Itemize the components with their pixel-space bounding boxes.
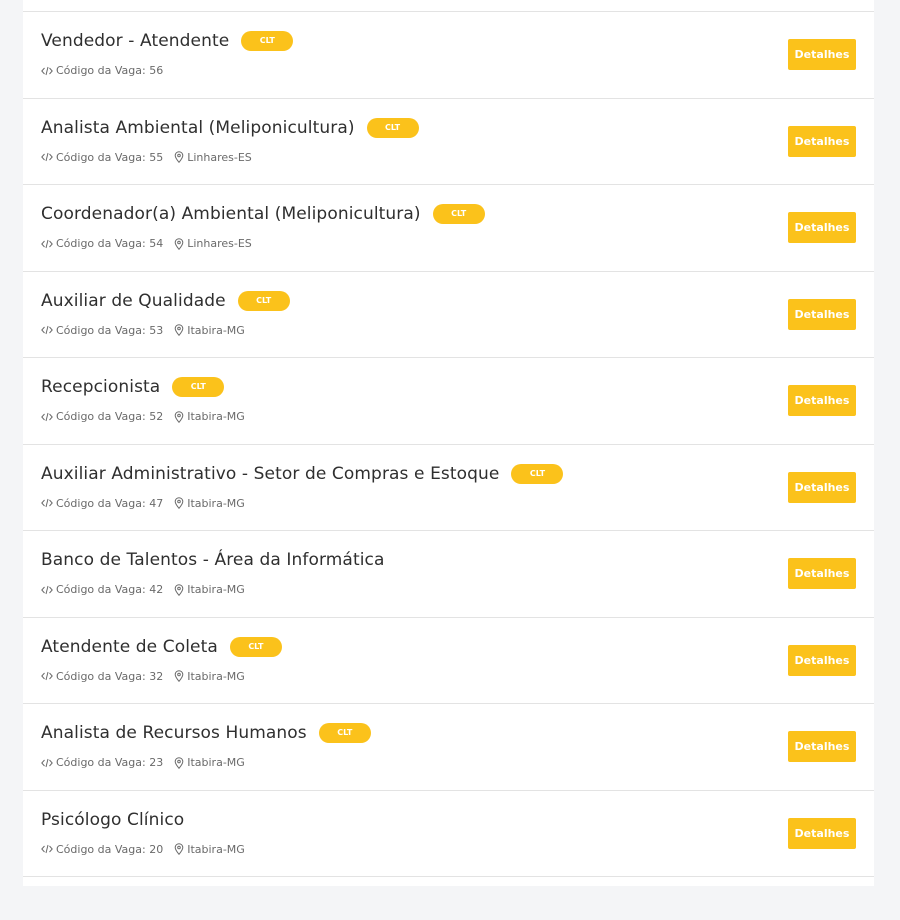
job-item: Auxiliar Administrativo - Setor de Compr… [23,445,874,531]
location-pin-icon [174,151,184,163]
job-list: Vendedor - Atendente CLT Código da Vaga:… [23,11,874,877]
job-item: Atendente de Coleta CLT Código da Vaga: … [23,618,874,704]
location-pin-icon [174,324,184,336]
job-location: Itabira-MG [187,323,245,337]
job-title[interactable]: Auxiliar de Qualidade [41,291,226,311]
details-button[interactable]: Detalhes [788,385,856,416]
code-icon [41,844,53,854]
job-title[interactable]: Psicólogo Clínico [41,810,184,830]
job-code: Código da Vaga: 47 [56,496,164,510]
job-meta: Código da Vaga: 23 Itabira-MG [41,756,245,769]
job-code: Código da Vaga: 20 [56,842,164,856]
job-meta: Código da Vaga: 20 Itabira-MG [41,843,245,856]
contract-type-badge: CLT [318,723,371,743]
job-title[interactable]: Auxiliar Administrativo - Setor de Compr… [41,464,499,484]
location-pin-icon [174,756,184,769]
job-item: Recepcionista CLT Código da Vaga: 52 Ita… [23,358,874,445]
job-item: Auxiliar de Qualidade CLT Código da Vaga… [23,272,874,358]
code-icon [41,758,53,768]
job-item: Coordenador(a) Ambiental (Meliponicultur… [23,185,874,272]
code-icon [41,585,53,595]
code-icon [41,239,53,249]
job-title[interactable]: Recepcionista [41,377,160,397]
details-button[interactable]: Detalhes [788,644,856,676]
job-code: Código da Vaga: 54 [56,237,164,250]
location-pin-icon [174,583,184,596]
job-title[interactable]: Analista Ambiental (Meliponicultura) [41,118,355,138]
job-code: Código da Vaga: 23 [56,756,164,769]
job-code: Código da Vaga: 53 [56,323,164,337]
job-title[interactable]: Banco de Talentos - Área da Informática [41,550,385,570]
contract-type-badge: CLT [237,290,290,311]
contract-type-badge: CLT [172,377,225,397]
job-location: Itabira-MG [187,842,245,856]
code-icon [41,498,53,508]
job-code: Código da Vaga: 55 [56,150,164,164]
details-button[interactable]: Detalhes [788,212,856,243]
details-button[interactable]: Detalhes [788,39,856,70]
job-code: Código da Vaga: 42 [56,583,164,596]
code-icon [41,325,53,335]
details-button[interactable]: Detalhes [788,731,856,762]
job-title[interactable]: Atendente de Coleta [41,637,218,657]
job-listings-card: Vendedor - Atendente CLT Código da Vaga:… [23,0,874,886]
contract-type-badge: CLT [511,463,564,484]
job-meta: Código da Vaga: 42 Itabira-MG [41,583,245,596]
job-item: Vendedor - Atendente CLT Código da Vaga:… [23,12,874,99]
details-button[interactable]: Detalhes [788,471,856,503]
code-icon [41,66,53,76]
job-code: Código da Vaga: 56 [56,64,164,77]
job-title[interactable]: Analista de Recursos Humanos [41,723,307,743]
location-pin-icon [174,670,184,682]
job-meta: Código da Vaga: 56 [41,64,163,77]
code-icon [41,412,53,422]
job-title[interactable]: Coordenador(a) Ambiental (Meliponicultur… [41,204,421,224]
code-icon [41,671,53,681]
contract-type-badge: CLT [366,117,419,138]
job-meta: Código da Vaga: 53 Itabira-MG [41,324,245,337]
location-pin-icon [174,237,184,250]
job-item: Analista Ambiental (Meliponicultura) CLT… [23,99,874,185]
job-location: Linhares-ES [187,150,252,164]
job-title[interactable]: Vendedor - Atendente [41,31,229,51]
job-location: Itabira-MG [187,410,245,423]
job-item: Psicólogo Clínico Código da Vaga: 20 Ita… [23,791,874,877]
job-item: Banco de Talentos - Área da Informática … [23,531,874,618]
job-meta: Código da Vaga: 52 Itabira-MG [41,410,245,423]
details-button[interactable]: Detalhes [788,298,856,330]
details-button[interactable]: Detalhes [788,125,856,157]
location-pin-icon [174,843,184,855]
contract-type-badge: CLT [432,204,485,224]
job-location: Itabira-MG [187,496,245,510]
job-meta: Código da Vaga: 32 Itabira-MG [41,670,245,683]
job-item: Analista de Recursos Humanos CLT Código … [23,704,874,791]
contract-type-badge: CLT [229,636,282,657]
job-meta: Código da Vaga: 47 Itabira-MG [41,497,245,510]
job-code: Código da Vaga: 32 [56,669,164,683]
job-meta: Código da Vaga: 55 Linhares-ES [41,151,252,164]
job-code: Código da Vaga: 52 [56,410,164,423]
code-icon [41,152,53,162]
location-pin-icon [174,410,184,423]
job-location: Itabira-MG [187,756,245,769]
job-meta: Código da Vaga: 54 Linhares-ES [41,237,252,250]
job-location: Itabira-MG [187,669,245,683]
details-button[interactable]: Detalhes [788,817,856,849]
details-button[interactable]: Detalhes [788,558,856,589]
location-pin-icon [174,497,184,509]
contract-type-badge: CLT [241,31,294,51]
job-location: Itabira-MG [187,583,245,596]
job-location: Linhares-ES [187,237,252,250]
